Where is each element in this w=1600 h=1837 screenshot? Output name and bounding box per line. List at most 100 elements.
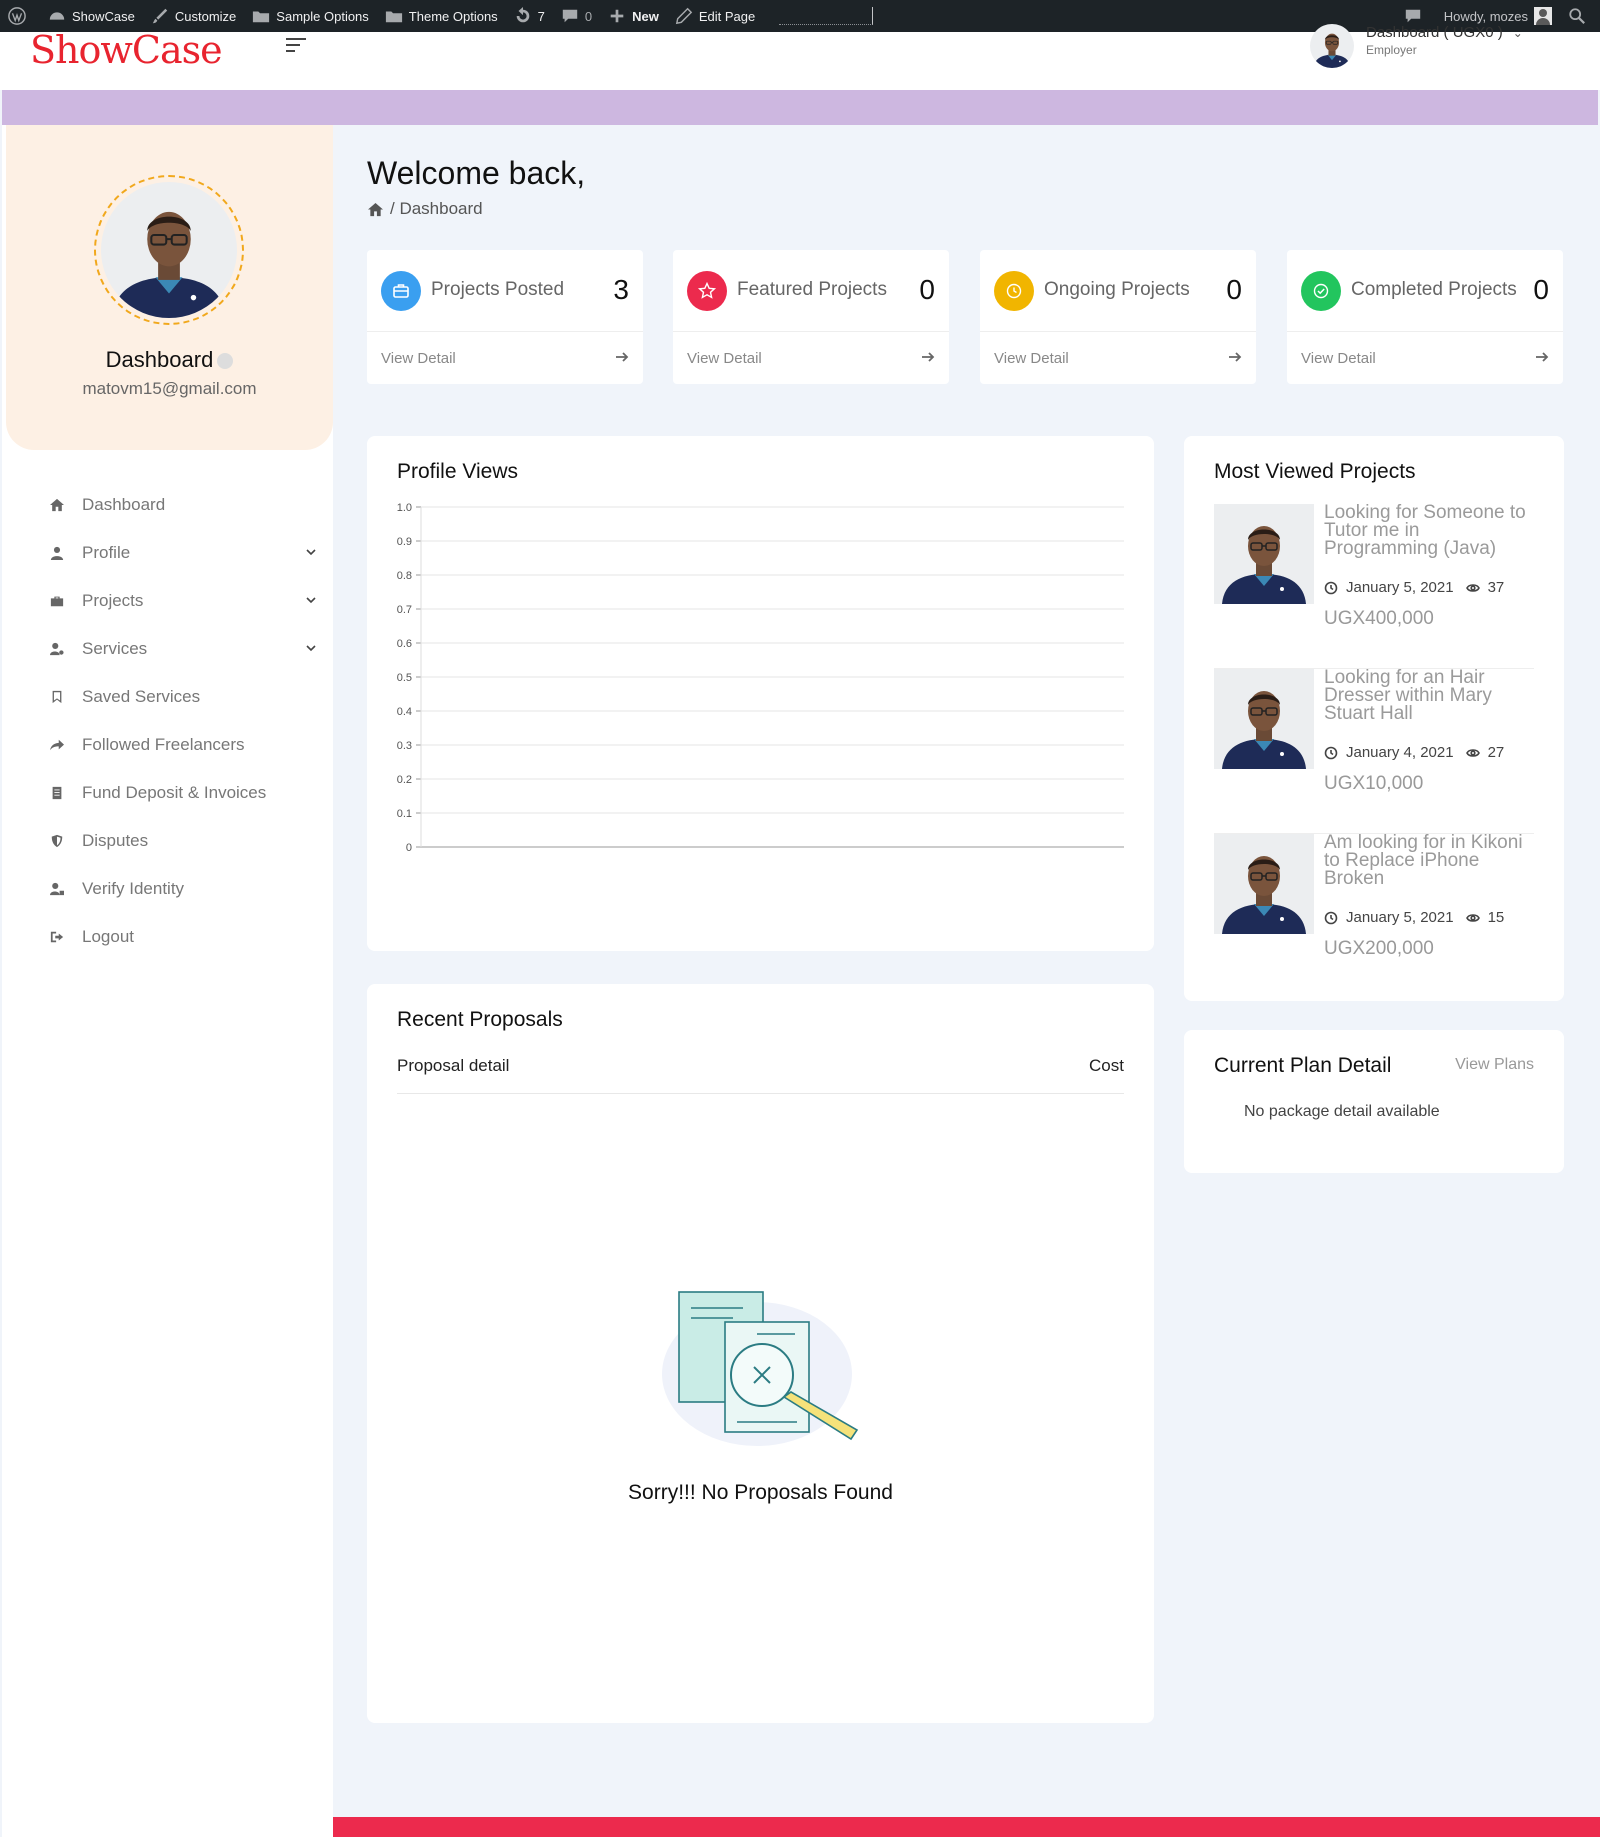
sample-options-link[interactable]: Sample Options <box>244 0 377 32</box>
profile-views-chart: 1.0 0.9 0.8 0.7 0.6 0.5 0.4 0.3 0.2 0.1 0 <box>397 502 1124 854</box>
updates-link[interactable]: 7 <box>506 0 553 32</box>
project-list-item[interactable]: Looking for Someone to Tutor me in Progr… <box>1214 503 1534 669</box>
project-price: UGX400,000 <box>1324 608 1434 629</box>
footer-bar <box>333 1817 1600 1837</box>
user-menu[interactable]: Dashboard ( UGX0 ) Employer ⌄ <box>1310 24 1523 72</box>
clock-icon <box>1324 911 1338 924</box>
chart-y-tick-label: 0.7 <box>397 604 412 616</box>
howdy-label: Howdy, mozes <box>1443 8 1528 24</box>
most-viewed-projects-panel: Most Viewed Projects Looking for Someone… <box>1184 436 1564 1001</box>
sidebar-item-disputes[interactable]: Disputes <box>2 817 333 865</box>
admin-site-name: ShowCase <box>72 8 135 24</box>
arrow-right-icon[interactable] <box>921 350 935 364</box>
sidebar-item-label: Projects <box>82 591 144 610</box>
sidebar-item-label: Saved Services <box>82 687 201 706</box>
stat-card-completed-projects: Completed Projects 0 View Detail <box>1287 250 1563 384</box>
chevron-down-icon <box>306 597 316 604</box>
sidebar-item-label: Dashboard <box>82 495 166 514</box>
page-title: Welcome back, <box>367 155 586 191</box>
current-plan-panel: Current Plan Detail View Plans No packag… <box>1184 1030 1564 1173</box>
breadcrumb-current: / Dashboard <box>390 199 483 218</box>
theme-options-label: Theme Options <box>408 8 498 24</box>
project-date: January 4, 2021 <box>1346 744 1454 761</box>
project-title[interactable]: Looking for Someone to Tutor me in Progr… <box>1324 503 1534 558</box>
arrow-right-icon[interactable] <box>1535 350 1549 364</box>
sidebar-item-logout[interactable]: Logout <box>2 913 333 961</box>
arrow-right-icon[interactable] <box>615 350 629 364</box>
user-name: Dashboard ( UGX0 ) <box>1366 24 1503 41</box>
plus-icon <box>610 9 624 23</box>
view-plans-link[interactable]: View Plans <box>1455 1056 1534 1074</box>
sidebar-item-saved-services[interactable]: Saved Services <box>2 673 333 721</box>
folder-icon <box>253 11 270 23</box>
shield-icon <box>48 833 66 849</box>
sidebar: Dashboard matovm15@gmail.com Dashboard P… <box>2 125 333 1837</box>
no-package-message: No package detail available <box>1244 1103 1440 1120</box>
pencil-icon <box>675 7 693 25</box>
profile-card: Dashboard matovm15@gmail.com <box>6 125 333 450</box>
user-role: Employer <box>1366 43 1417 57</box>
breadcrumb: / Dashboard <box>367 199 483 219</box>
sidebar-item-followed-freelancers[interactable]: Followed Freelancers <box>2 721 333 769</box>
profile-avatar <box>94 175 244 325</box>
stat-label: Completed Projects <box>1351 279 1517 300</box>
stat-card-ongoing-projects: Ongoing Projects 0 View Detail <box>980 250 1256 384</box>
sidebar-item-dashboard[interactable]: Dashboard <box>2 481 333 529</box>
updates-count: 7 <box>537 8 545 24</box>
sidebar-item-verify-identity[interactable]: Verify Identity <box>2 865 333 913</box>
admin-bar: ShowCase Customize Sample Options Theme … <box>0 0 1600 32</box>
admin-search-button[interactable] <box>1560 0 1600 32</box>
profile-views-title: Profile Views <box>397 460 518 483</box>
view-detail-link[interactable]: View Detail <box>381 350 456 367</box>
theme-options-link[interactable]: Theme Options <box>377 0 506 32</box>
project-thumbnail <box>1214 834 1314 934</box>
project-date: January 5, 2021 <box>1346 579 1454 596</box>
dashboard-gauge-icon <box>49 12 65 20</box>
new-content-link[interactable]: New <box>600 0 667 32</box>
site-logo[interactable]: ShowCase <box>30 28 223 72</box>
no-proposals-message: Sorry!!! No Proposals Found <box>628 1481 893 1504</box>
invoice-icon <box>48 785 66 801</box>
sidebar-item-label: Disputes <box>82 831 149 850</box>
main-content: Welcome back, / Dashboard Projects Poste… <box>333 125 1600 1837</box>
profile-email: matovm15@gmail.com <box>82 379 257 398</box>
project-title[interactable]: Am looking for in Kikoni to Replace iPho… <box>1324 833 1534 888</box>
stat-label: Projects Posted <box>431 279 565 300</box>
refresh-icon <box>516 7 529 23</box>
comments-count: 0 <box>584 8 593 24</box>
edit-page-link[interactable]: Edit Page <box>667 0 763 32</box>
comment-icon <box>562 9 578 23</box>
menu-toggle-icon[interactable] <box>286 38 306 58</box>
folder-icon <box>385 11 402 23</box>
admin-search-field[interactable] <box>779 7 874 25</box>
comments-link[interactable]: 0 <box>553 0 600 32</box>
project-price: UGX10,000 <box>1324 773 1424 794</box>
project-list-item[interactable]: Looking for an Hair Dresser within Mary … <box>1214 668 1534 834</box>
proposals-table-header: Proposal detail Cost <box>397 1056 1124 1094</box>
view-detail-link[interactable]: View Detail <box>1301 350 1376 367</box>
arrow-right-icon[interactable] <box>1228 350 1242 364</box>
stat-label: Featured Projects <box>737 279 887 300</box>
sidebar-nav: Dashboard Profile Projects Services Save… <box>2 481 333 961</box>
project-views: 37 <box>1487 579 1505 596</box>
briefcase-icon <box>381 271 421 311</box>
home-icon[interactable] <box>367 202 384 217</box>
project-list-item[interactable]: Am looking for in Kikoni to Replace iPho… <box>1214 833 1534 999</box>
sidebar-item-projects[interactable]: Projects <box>2 577 333 625</box>
view-detail-link[interactable]: View Detail <box>994 350 1069 367</box>
view-detail-link[interactable]: View Detail <box>687 350 762 367</box>
profile-views-panel: Profile Views 1.0 0.9 0.8 0.7 0.6 0.5 0.4 0.3 0.… <box>367 436 1154 951</box>
project-title[interactable]: Looking for an Hair Dresser within Mary … <box>1324 668 1534 723</box>
column-header-cost: Cost <box>1089 1056 1124 1075</box>
no-results-illustration <box>662 1291 859 1446</box>
eye-icon <box>1465 583 1480 592</box>
chevron-down-icon <box>306 549 316 556</box>
chart-y-tick-label: 0.3 <box>397 740 412 752</box>
chart-y-tick-label: 0.1 <box>397 808 412 820</box>
sidebar-item-profile[interactable]: Profile <box>2 529 333 577</box>
current-plan-title: Current Plan Detail <box>1214 1054 1392 1077</box>
sidebar-item-fund-deposit[interactable]: Fund Deposit & Invoices <box>2 769 333 817</box>
sidebar-item-services[interactable]: Services <box>2 625 333 673</box>
sample-options-label: Sample Options <box>276 8 369 24</box>
stat-value: 0 <box>919 274 935 305</box>
